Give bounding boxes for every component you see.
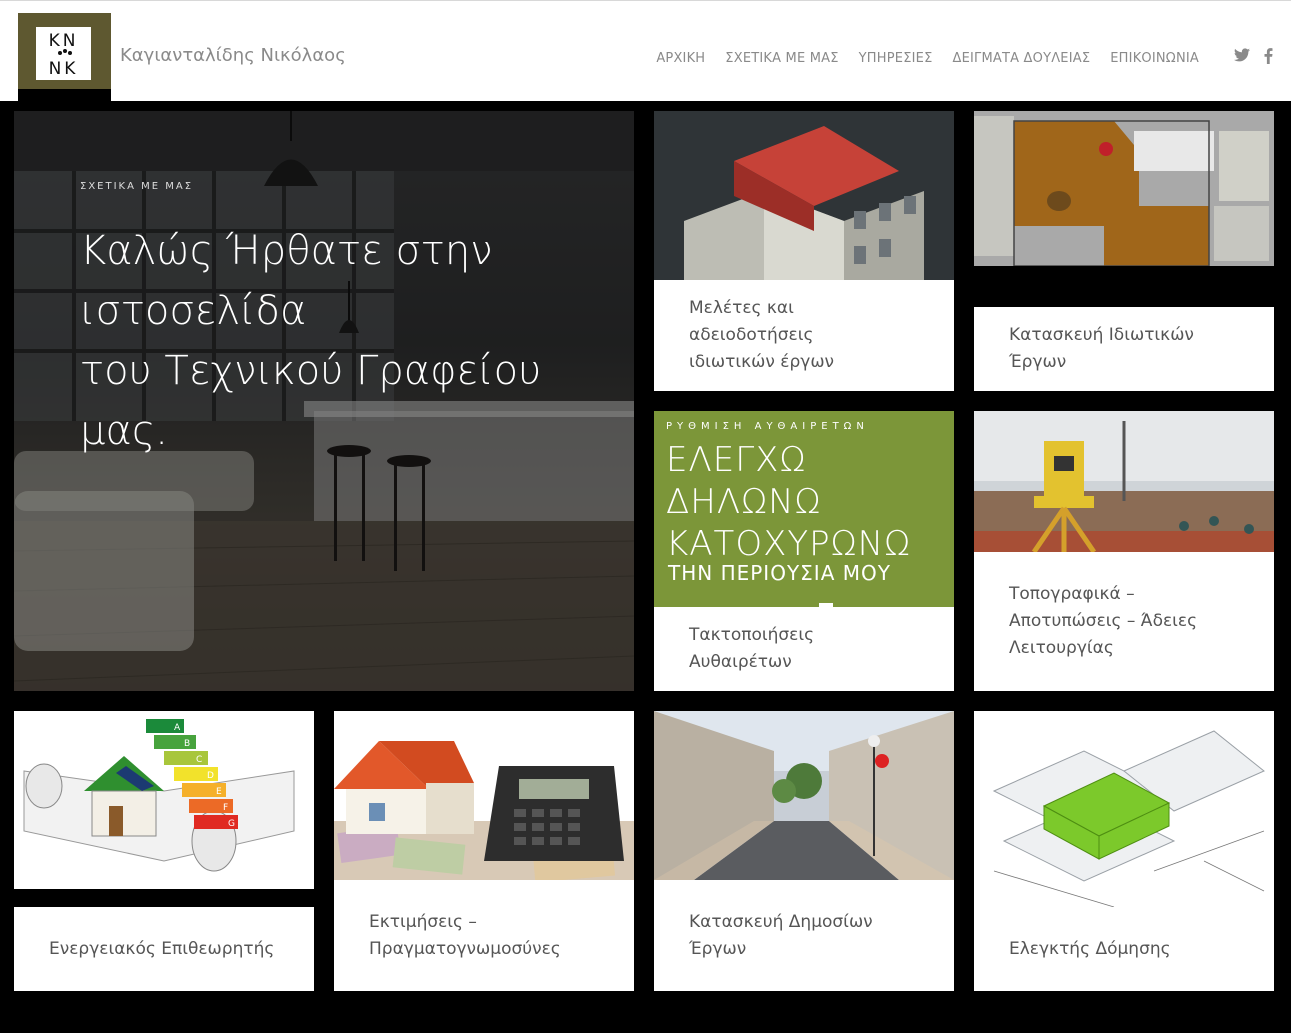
card-label-line: Τακτοποιήσεις Αυθαιρέτων <box>689 625 815 672</box>
card-label[interactable]: Κατασκευή Δημοσίων Έργων <box>654 880 954 991</box>
energy-label: D <box>207 771 214 781</box>
card-topo[interactable]: Τοπογραφικά – Αποτυπώσεις – Άδειες Λειτο… <box>974 411 1274 691</box>
social-links <box>1234 48 1273 64</box>
card-label-line: ιδιωτικών έργων <box>689 352 835 372</box>
banner-regularize: ΡΥΘΜΙΣΗ ΑΥΘΑΙΡΕΤΩΝ ΕΛΕΓΧΩ ΔΗΛΩΝΩ ΚΑΤΟΧΥΡ… <box>654 411 954 607</box>
main-nav: ΑΡΧΙΚΗ ΣΧΕΤΙΚΑ ΜΕ ΜΑΣ ΥΠΗΡΕΣΙΕΣ ΔΕΙΓΜΑΤΑ… <box>656 51 1199 66</box>
card-valuation[interactable]: Εκτιμήσεις – Πραγματογνωμοσύνες <box>334 711 634 991</box>
logo-dots <box>58 49 72 57</box>
energy-label: A <box>174 723 181 733</box>
card-image-floorplan[interactable] <box>974 111 1274 266</box>
energy-label: E <box>216 787 222 797</box>
card-label[interactable]: Τοπογραφικά – Αποτυπώσεις – Άδειες Λειτο… <box>974 552 1274 691</box>
card-label[interactable]: Τακτοποιήσεις Αυθαιρέτων <box>654 607 954 691</box>
card-inspector[interactable]: Ελεγκτής Δόμησης <box>974 711 1274 991</box>
logo-background: KN NK <box>18 13 111 89</box>
site-header: KN NK Καγιανταλίδης Νικόλαος ΑΡΧΙΚΗ ΣΧΕΤ… <box>0 0 1291 101</box>
banner-subline: ΤΗΝ ΠΕΡΙΟΥΣΙΑ ΜΟΥ <box>668 561 891 585</box>
hero-title-line: του Τεχνικού Γραφείου <box>80 348 542 394</box>
hero-title-line: Καλώς Ήρθατε στην <box>80 228 493 274</box>
twitter-icon[interactable] <box>1234 48 1250 62</box>
card-regularize[interactable]: ΡΥΘΜΙΣΗ ΑΥΘΑΙΡΕΤΩΝ ΕΛΕΓΧΩ ΔΗΛΩΝΩ ΚΑΤΟΧΥΡ… <box>654 411 954 691</box>
card-label-line: Κατασκευή Δημοσίων <box>689 911 873 932</box>
nav-services[interactable]: ΥΠΗΡΕΣΙΕΣ <box>859 51 933 66</box>
card-image-house-model <box>654 111 954 280</box>
nav-portfolio[interactable]: ΔΕΙΓΜΑΤΑ ΔΟΥΛΕΙΑΣ <box>952 51 1090 66</box>
nav-contact[interactable]: ΕΠΙΚΟΙΝΩΝΙΑ <box>1110 51 1199 66</box>
nav-about[interactable]: ΣΧΕΤΙΚΑ ΜΕ ΜΑΣ <box>725 51 838 66</box>
card-image-energy[interactable]: A B C D E F G <box>14 711 314 889</box>
facebook-icon[interactable] <box>1264 48 1273 64</box>
energy-label: F <box>223 803 228 813</box>
hero-title: Καλώς Ήρθατε στην ιστοσελίδα του Τεχνικο… <box>80 221 600 461</box>
hero-title-line: ιστοσελίδα <box>80 288 307 334</box>
hero-kicker[interactable]: ΣΧΕΤΙΚΑ ΜΕ ΜΑΣ <box>80 181 193 192</box>
floorplan-image <box>974 111 1274 266</box>
energy-house-image: A B C D E F G <box>14 711 314 889</box>
site-name[interactable]: Καγιανταλίδης Νικόλαος <box>120 45 346 66</box>
card-image-street <box>654 711 954 880</box>
site-logo[interactable]: KN NK <box>18 13 111 101</box>
card-label-line: Τοπογραφικά – <box>1009 584 1135 604</box>
card-label[interactable]: Ελεγκτής Δόμησης <box>974 907 1274 991</box>
card-label[interactable]: Κατασκευή Ιδιωτικών Έργων <box>974 307 1274 391</box>
nav-home[interactable]: ΑΡΧΙΚΗ <box>656 51 705 66</box>
card-studies[interactable]: Μελέτες και αδειοδοτήσεις ιδιωτικών έργω… <box>654 111 954 391</box>
banner-line: ΔΗΛΩΝΩ <box>666 482 822 522</box>
card-image-house-calculator <box>334 711 634 880</box>
hero-title-line: μας. <box>80 408 169 454</box>
hero-about[interactable]: ΣΧΕΤΙΚΑ ΜΕ ΜΑΣ Καλώς Ήρθατε στην ιστοσελ… <box>14 111 634 691</box>
banner-top-text: ΡΥΘΜΙΣΗ ΑΥΘΑΙΡΕΤΩΝ <box>666 421 869 432</box>
banner-headline: ΕΛΕΓΧΩ ΔΗΛΩΝΩ ΚΑΤΟΧΥΡΩΝΩ <box>666 439 911 565</box>
card-image-3d-plan <box>974 711 1274 907</box>
card-label[interactable]: Εκτιμήσεις – Πραγματογνωμοσύνες <box>334 880 634 991</box>
card-label[interactable]: Ενεργειακός Επιθεωρητής <box>14 907 314 991</box>
card-label[interactable]: Μελέτες και αδειοδοτήσεις ιδιωτικών έργω… <box>654 280 954 391</box>
card-label-line: Πραγματογνωμοσύνες <box>369 938 561 959</box>
card-label-line: Έργων <box>689 938 747 959</box>
energy-label: B <box>184 739 190 749</box>
card-label-line: Ελεγκτής Δόμησης <box>1009 938 1171 959</box>
energy-label: C <box>196 755 202 765</box>
card-label-line: Μελέτες και αδειοδοτήσεις <box>689 298 814 345</box>
card-private[interactable]: Κατασκευή Ιδιωτικών Έργων <box>974 307 1274 391</box>
card-label-line: Αποτυπώσεις – Άδειες <box>1009 611 1198 631</box>
card-label-line: Εκτιμήσεις – <box>369 911 477 932</box>
card-label-line: Λειτουργίας <box>1009 638 1114 658</box>
logo-line-bottom: NK <box>48 59 79 79</box>
card-public[interactable]: Κατασκευή Δημοσίων Έργων <box>654 711 954 991</box>
card-image-surveyor <box>974 411 1274 552</box>
card-energy[interactable]: Ενεργειακός Επιθεωρητής <box>14 907 314 991</box>
energy-label: G <box>228 819 235 829</box>
banner-line: ΕΛΕΓΧΩ <box>666 440 807 480</box>
banner-line: ΚΑΤΟΧΥΡΩΝΩ <box>666 524 912 564</box>
card-label-line: Κατασκευή Ιδιωτικών Έργων <box>1009 325 1194 372</box>
logo-monogram: KN NK <box>36 27 91 80</box>
card-label-line: Ενεργειακός Επιθεωρητής <box>49 938 275 959</box>
